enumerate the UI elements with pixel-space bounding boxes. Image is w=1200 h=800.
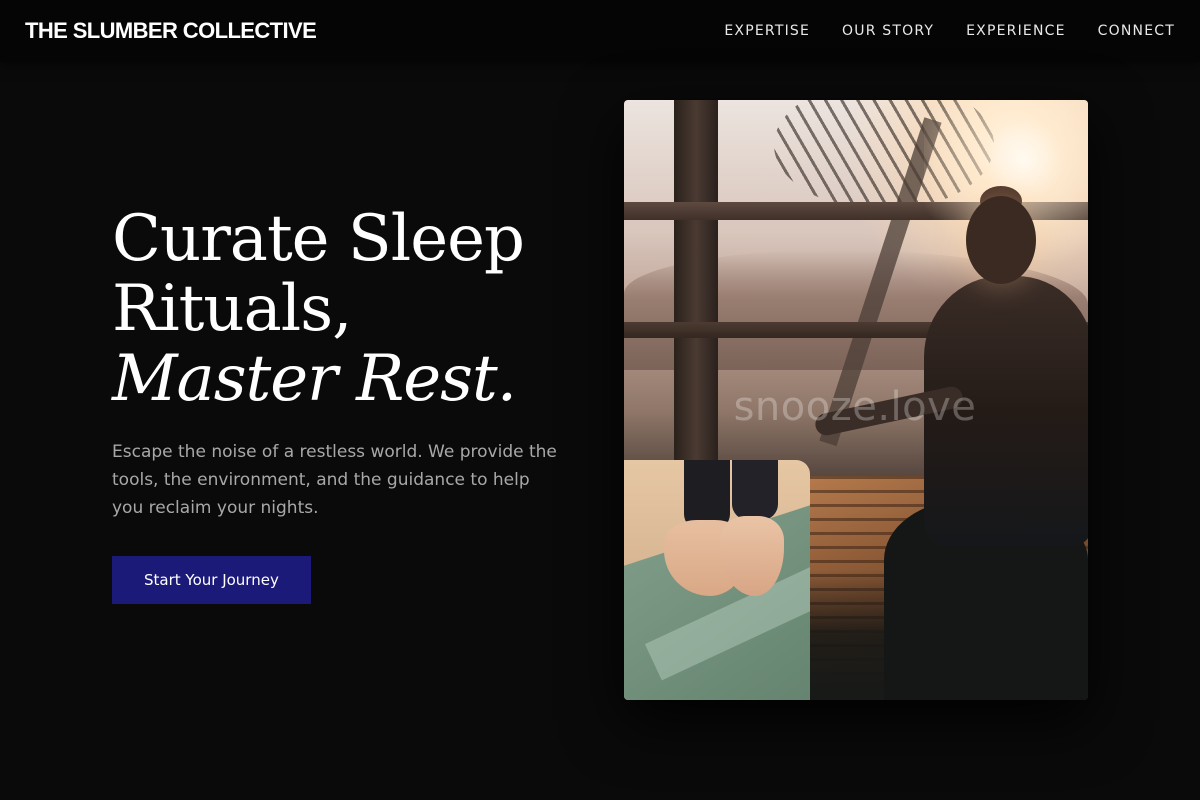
nav-link-our-story[interactable]: OUR STORY <box>842 23 934 39</box>
main-nav: EXPERTISE OUR STORY EXPERIENCE CONNECT <box>724 23 1175 39</box>
nav-link-expertise[interactable]: EXPERTISE <box>724 23 810 39</box>
headline-line-3: Master Rest. <box>112 342 517 416</box>
hero-subtext: Escape the noise of a restless world. We… <box>112 442 557 518</box>
brand-logo[interactable]: THE SLUMBER COLLECTIVE <box>25 18 317 44</box>
photo-palm-trunk <box>674 100 718 460</box>
start-journey-button[interactable]: Start Your Journey <box>112 556 311 604</box>
headline-line-2: Rituals, <box>112 272 352 346</box>
watermark-text: snooze.love <box>733 384 977 430</box>
photo-leg-right <box>732 460 778 520</box>
hero-image-collage: snooze.love <box>624 100 1088 700</box>
nav-link-connect[interactable]: CONNECT <box>1098 23 1175 39</box>
hero-headline: Curate Sleep Rituals, Master Rest. <box>112 204 582 414</box>
nav-link-experience[interactable]: EXPERIENCE <box>966 23 1066 39</box>
yoga-feet-photo <box>624 460 810 700</box>
headline-line-1: Curate Sleep <box>112 202 525 276</box>
top-navigation-bar: THE SLUMBER COLLECTIVE EXPERTISE OUR STO… <box>0 0 1200 62</box>
hero-section: Curate Sleep Rituals, Master Rest. Escap… <box>112 204 582 604</box>
photo-figure-head <box>966 196 1036 284</box>
